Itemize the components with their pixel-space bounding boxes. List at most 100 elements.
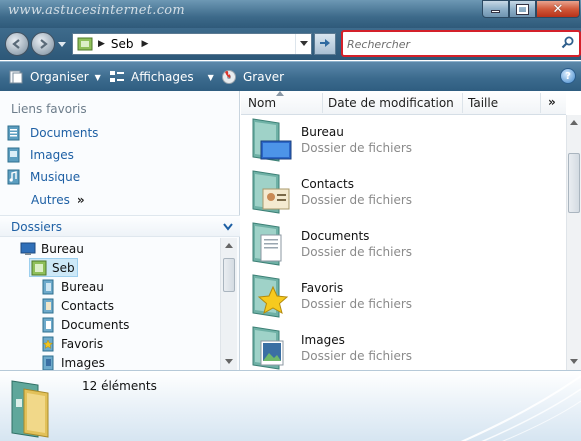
maximize-icon	[516, 3, 529, 15]
refresh-icon	[320, 39, 330, 47]
favorites-folder-icon	[252, 274, 289, 318]
address-bar[interactable]: ▶ Seb ▶	[72, 33, 312, 55]
favorite-item-music[interactable]: Musique	[6, 169, 80, 185]
file-type: Dossier de fichiers	[301, 297, 413, 311]
decorative-swoosh	[460, 375, 581, 441]
help-button[interactable]: ?	[560, 68, 576, 84]
recent-pages-dropdown[interactable]	[58, 40, 66, 48]
file-item-bureau[interactable]: Bureau Dossier de fichiers	[249, 117, 549, 169]
column-headers: Nom Date de modification Taille »	[241, 91, 566, 115]
double-chevron-icon: »	[76, 193, 85, 207]
help-icon: ?	[565, 70, 571, 82]
minimize-button[interactable]	[482, 0, 509, 18]
column-header-size[interactable]: Taille	[468, 96, 498, 110]
forward-arrow-icon	[40, 39, 48, 49]
folder-tree-scrollbar[interactable]	[220, 238, 237, 370]
file-name: Documents	[301, 229, 370, 243]
breadcrumb-separator-icon[interactable]: ▶	[98, 39, 105, 49]
tree-item-images[interactable]: Images	[40, 353, 105, 370]
tree-item-label: Favoris	[61, 336, 104, 351]
address-dropdown-button[interactable]	[295, 34, 311, 54]
favorite-item-label: Images	[30, 148, 74, 162]
file-item-documents[interactable]: Documents Dossier de fichiers	[249, 221, 549, 273]
file-name: Contacts	[301, 177, 354, 191]
documents-icon	[7, 125, 20, 141]
scroll-up-icon[interactable]	[225, 243, 233, 248]
folders-header[interactable]: Dossiers	[0, 215, 240, 237]
caption-buttons: ✕	[482, 0, 580, 18]
chevron-down-icon: ▼	[94, 72, 101, 82]
tree-item-label: Documents	[61, 317, 130, 332]
folders-title: Dossiers	[11, 220, 62, 234]
tree-item-contacts[interactable]: Contacts	[40, 296, 114, 315]
file-name: Bureau	[301, 125, 344, 139]
close-button[interactable]: ✕	[536, 0, 580, 18]
favorite-item-label: Documents	[30, 126, 99, 140]
burn-label: Graver	[243, 70, 285, 84]
chevron-down-icon	[299, 41, 308, 46]
tree-item-label: Contacts	[61, 298, 114, 313]
scroll-thumb[interactable]	[568, 153, 580, 213]
tree-item-seb[interactable]: Seb	[29, 258, 78, 277]
scroll-up-icon[interactable]	[570, 120, 578, 125]
column-header-modified[interactable]: Date de modification	[328, 96, 454, 110]
more-columns-chevron[interactable]: »	[548, 95, 556, 109]
favorites-more-link[interactable]: Autres »	[31, 193, 85, 207]
user-folder-icon	[31, 260, 47, 275]
tree-item-bureau[interactable]: Bureau	[20, 239, 84, 258]
views-button[interactable]: Affichages ▼	[109, 69, 214, 85]
back-button[interactable]	[5, 32, 29, 56]
contacts-folder-icon	[42, 298, 54, 313]
search-input[interactable]	[347, 35, 557, 53]
favorites-more-label: Autres	[31, 193, 70, 207]
organize-button[interactable]: Organiser ▼	[8, 69, 101, 85]
file-type: Dossier de fichiers	[301, 193, 413, 207]
tree-item-favoris[interactable]: Favoris	[40, 334, 103, 353]
images-folder-icon	[252, 326, 284, 370]
desktop-icon	[20, 242, 36, 255]
tree-item-bureau-sub[interactable]: Bureau	[40, 277, 104, 296]
favorites-title: Liens favoris	[11, 102, 87, 116]
desktop-folder-icon	[252, 118, 292, 162]
search-icon[interactable]	[561, 36, 575, 50]
address-current-folder[interactable]: Seb	[111, 37, 134, 51]
minimize-icon	[491, 10, 500, 13]
documents-folder-icon	[252, 222, 282, 266]
column-divider[interactable]	[462, 93, 463, 113]
views-label: Affichages	[131, 70, 194, 84]
contacts-folder-icon	[252, 170, 290, 214]
scroll-down-icon[interactable]	[225, 359, 233, 364]
scroll-down-icon[interactable]	[570, 359, 578, 364]
file-item-contacts[interactable]: Contacts Dossier de fichiers	[249, 169, 549, 221]
tree-item-label: Seb	[52, 260, 75, 275]
burn-button[interactable]: Graver	[221, 69, 284, 85]
search-box[interactable]	[341, 30, 581, 57]
refresh-button[interactable]	[314, 33, 336, 55]
chevron-down-icon: ▼	[207, 72, 214, 82]
images-folder-icon	[42, 355, 54, 370]
favorite-item-documents[interactable]: Documents	[6, 125, 98, 141]
maximize-button[interactable]	[509, 0, 536, 18]
favorites-folder-icon	[42, 336, 54, 351]
folder-icon	[42, 279, 54, 294]
navigation-pane: Liens favoris Documents Images Musique A…	[0, 91, 240, 370]
tree-item-documents[interactable]: Documents	[40, 315, 129, 334]
favorite-item-images[interactable]: Images	[6, 147, 74, 163]
column-divider[interactable]	[322, 93, 323, 113]
file-list-scrollbar[interactable]	[566, 115, 581, 370]
column-header-name[interactable]: Nom	[248, 96, 276, 110]
file-list-pane: Nom Date de modification Taille » Bureau…	[241, 91, 581, 370]
file-item-favoris[interactable]: Favoris Dossier de fichiers	[249, 273, 549, 325]
command-bar: Organiser ▼ Affichages ▼ Graver ?	[0, 61, 581, 91]
breadcrumb-separator-icon[interactable]: ▶	[142, 39, 149, 49]
chevron-down-icon	[223, 223, 233, 231]
back-arrow-icon	[12, 39, 20, 49]
close-icon: ✕	[552, 1, 564, 17]
scroll-thumb[interactable]	[223, 258, 235, 292]
file-type: Dossier de fichiers	[301, 245, 413, 259]
forward-button[interactable]	[31, 32, 55, 56]
user-folder-icon	[77, 37, 93, 51]
column-divider[interactable]	[540, 93, 541, 113]
documents-folder-icon	[42, 317, 54, 332]
file-name: Images	[301, 333, 345, 347]
